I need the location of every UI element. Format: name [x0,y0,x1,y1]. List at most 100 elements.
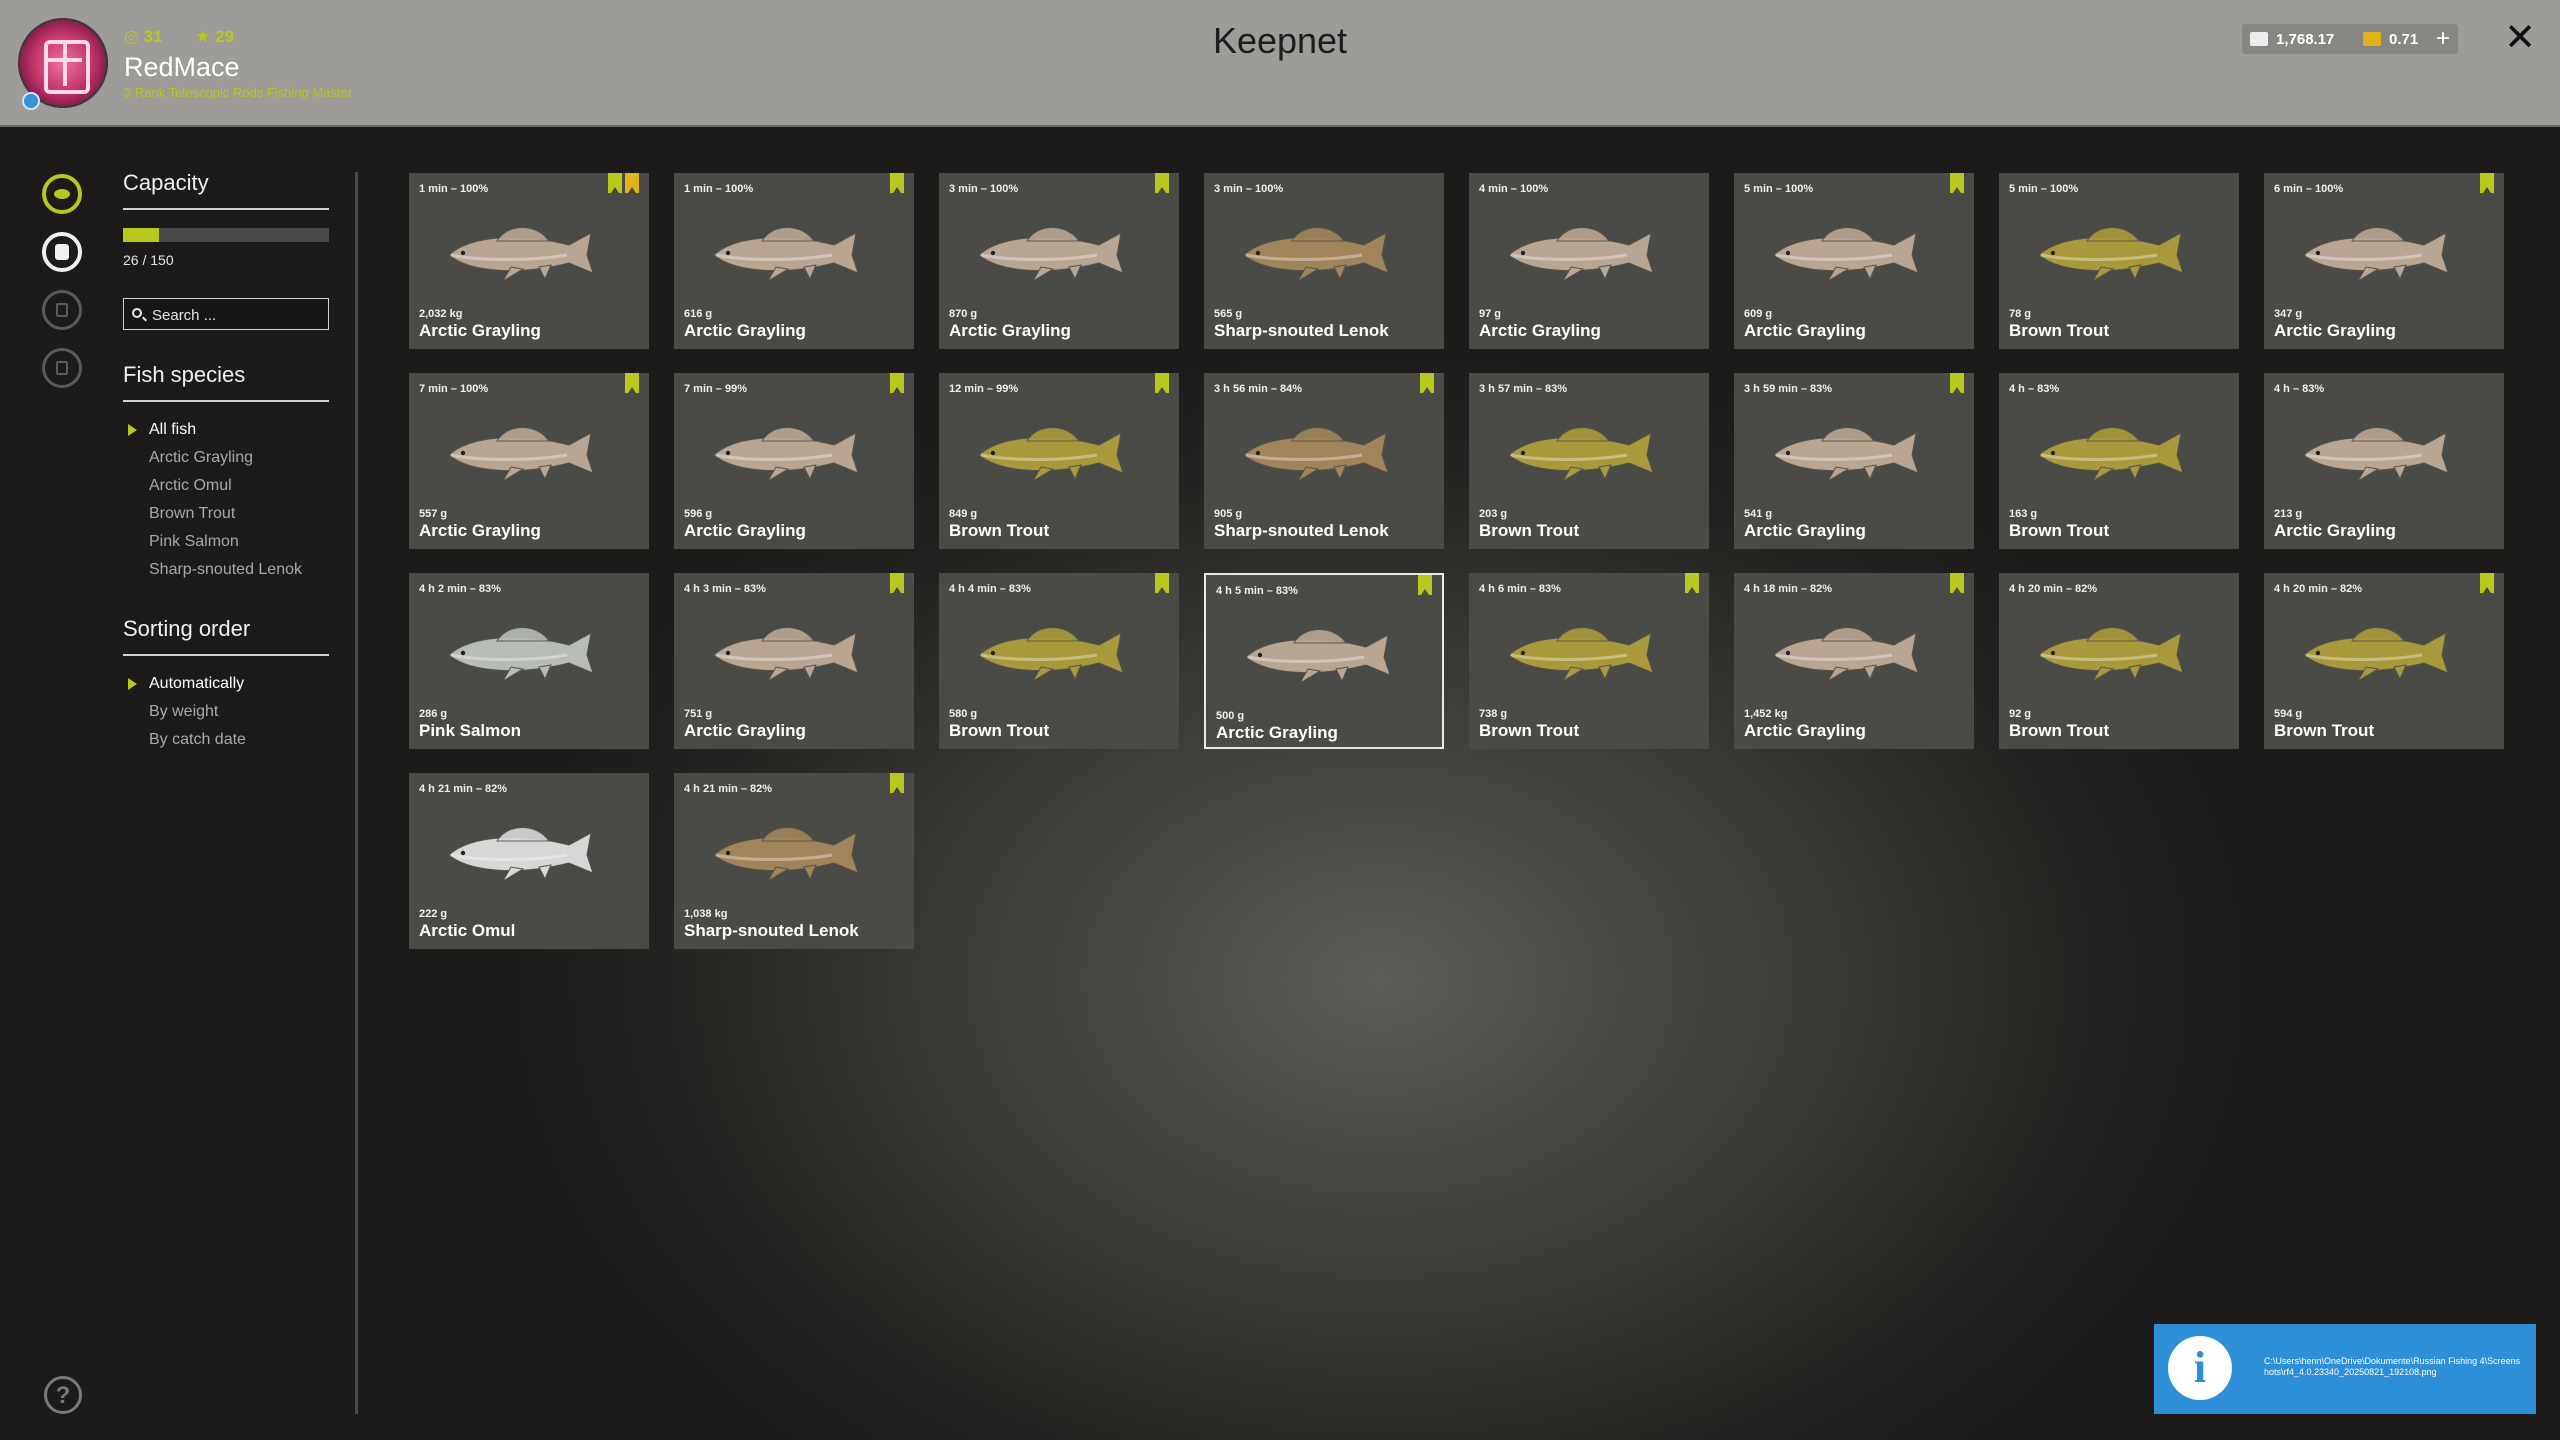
fish-weight: 163 g [2009,508,2038,520]
bookmark-icon[interactable] [1155,173,1169,193]
fish-name: Arctic Grayling [1479,321,1601,340]
bookmark-icon[interactable] [890,573,904,593]
keepnet-tab-icon[interactable] [42,232,82,272]
sort-option-by-catch-date[interactable]: By catch date [123,726,329,754]
bookmark-icon[interactable] [890,773,904,793]
fish-card[interactable]: 4 h 3 min – 83% 751 g Arctic Grayling [674,573,914,749]
fish-image [2296,611,2472,691]
fish-card[interactable]: 3 min – 100% 565 g Sharp-snouted Lenok [1204,173,1444,349]
bookmark-icon[interactable] [1418,575,1432,595]
silver-value: 1,768.17 [2276,30,2335,48]
bookmark-icon[interactable] [1950,173,1964,193]
search-box[interactable] [123,298,329,330]
screenshot-notification[interactable]: i C:\Users\henn\OneDrive\Dokumente\Russi… [2154,1324,2536,1414]
fish-card[interactable]: 7 min – 99% 596 g Arctic Grayling [674,373,914,549]
fish-card[interactable]: 1 min – 100% 616 g Arctic Grayling [674,173,914,349]
fish-card[interactable]: 4 min – 100% 97 g Arctic Grayling [1469,173,1709,349]
species-filter-pink-salmon[interactable]: Pink Salmon [123,528,329,556]
notification-text: C:\Users\henn\OneDrive\Dokumente\Russian… [2264,1356,2521,1377]
fish-image [1501,611,1677,691]
fish-image [2296,211,2472,291]
bookmark-icon[interactable] [1420,373,1434,393]
page-title: Keepnet [1212,20,1348,61]
fish-card[interactable]: 4 h 21 min – 82% 222 g Arctic Omul [409,773,649,949]
fish-name: Arctic Grayling [2274,521,2396,540]
bookmark-icon[interactable] [625,373,639,393]
sort-option-automatically[interactable]: Automatically [123,670,329,698]
fish-image [441,611,617,691]
bookmark-icon[interactable] [1155,573,1169,593]
fish-card[interactable]: 4 h 20 min – 82% 594 g Brown Trout [2264,573,2504,749]
bookmark-icon[interactable] [1155,373,1169,393]
fish-card[interactable]: 4 h 6 min – 83% 738 g Brown Trout [1469,573,1709,749]
species-filter-all-fish[interactable]: All fish [123,416,329,444]
fish-card[interactable]: 4 h 5 min – 83% 500 g Arctic Grayling [1204,573,1444,749]
card-tags [1950,573,1964,593]
fish-image [1766,611,1942,691]
species-filter-sharp-snouted-lenok[interactable]: Sharp-snouted Lenok [123,556,329,584]
locked-tab-icon[interactable] [42,290,82,330]
fish-card[interactable]: 6 min – 100% 347 g Arctic Grayling [2264,173,2504,349]
fish-weight: 905 g [1214,508,1243,520]
card-tags [890,773,904,793]
fish-image [1236,411,1412,491]
bookmark-icon[interactable] [890,373,904,393]
fish-weight: 751 g [684,708,713,720]
catch-time: 3 h 56 min – 84% [1214,383,1303,395]
species-filter-arctic-omul[interactable]: Arctic Omul [123,472,329,500]
card-tags [1950,173,1964,193]
fish-card[interactable]: 1 min – 100% 2,032 kg Arctic Grayling [409,173,649,349]
capacity-bar [123,228,329,242]
bookmark-icon[interactable] [608,173,622,193]
sort-option-by-weight[interactable]: By weight [123,698,329,726]
add-currency-button[interactable]: + [2428,24,2458,54]
level-indicator: ◎ 31 [124,27,163,46]
fish-card[interactable]: 3 min – 100% 870 g Arctic Grayling [939,173,1179,349]
fish-weight: 849 g [949,508,978,520]
fish-card[interactable]: 4 h 20 min – 82% 92 g Brown Trout [1999,573,2239,749]
fish-weight: 286 g [419,708,448,720]
bookmark-icon[interactable] [890,173,904,193]
bookmark-icon[interactable] [2480,173,2494,193]
search-input[interactable] [150,303,324,327]
fish-card[interactable]: 3 h 56 min – 84% 905 g Sharp-snouted Lenok [1204,373,1444,549]
card-tags [890,173,904,193]
fish-image [441,411,617,491]
fish-card[interactable]: 4 h 2 min – 83% 286 g Pink Salmon [409,573,649,749]
catch-time: 4 h 21 min – 82% [684,783,773,795]
fish-image [1238,613,1414,693]
bookmark-icon[interactable] [1950,373,1964,393]
fish-card[interactable]: 7 min – 100% 557 g Arctic Grayling [409,373,649,549]
fish-name: Brown Trout [2009,321,2110,340]
trophy-bookmark-icon[interactable] [625,173,639,193]
help-icon[interactable]: ? [44,1376,82,1414]
species-filter-arctic-grayling[interactable]: Arctic Grayling [123,444,329,472]
fish-tab-icon[interactable] [42,174,82,214]
locked-tab-icon-2[interactable] [42,348,82,388]
bookmark-icon[interactable] [1950,573,1964,593]
fish-card[interactable]: 3 h 59 min – 83% 541 g Arctic Grayling [1734,373,1974,549]
fish-card[interactable]: 4 h 18 min – 82% 1,452 kg Arctic Grayling [1734,573,1974,749]
fish-image [441,811,617,891]
fish-image [441,211,617,291]
fish-image [706,811,882,891]
catch-time: 12 min – 99% [949,383,1019,395]
fish-card[interactable]: 4 h 21 min – 82% 1,038 kg Sharp-snouted Le… [674,773,914,949]
card-tags [890,373,904,393]
fish-card[interactable]: 5 min – 100% 609 g Arctic Grayling [1734,173,1974,349]
fish-card[interactable]: 12 min – 99% 849 g Brown Trout [939,373,1179,549]
bookmark-icon[interactable] [2480,573,2494,593]
bookmark-icon[interactable] [1685,573,1699,593]
fish-name: Arctic Omul [419,921,516,940]
catch-time: 4 h – 83% [2274,383,2325,395]
close-button[interactable]: ✕ [2500,16,2540,60]
fish-card[interactable]: 4 h – 83% 213 g Arctic Grayling [2264,373,2504,549]
info-icon: i [2168,1336,2232,1400]
species-filter-brown-trout[interactable]: Brown Trout [123,500,329,528]
fish-card[interactable]: 3 h 57 min – 83% 203 g Brown Trout [1469,373,1709,549]
fish-card[interactable]: 4 h – 83% 163 g Brown Trout [1999,373,2239,549]
fish-weight: 541 g [1744,508,1773,520]
fish-card[interactable]: 5 min – 100% 78 g Brown Trout [1999,173,2239,349]
catch-time: 1 min – 100% [419,183,489,195]
fish-card[interactable]: 4 h 4 min – 83% 580 g Brown Trout [939,573,1179,749]
